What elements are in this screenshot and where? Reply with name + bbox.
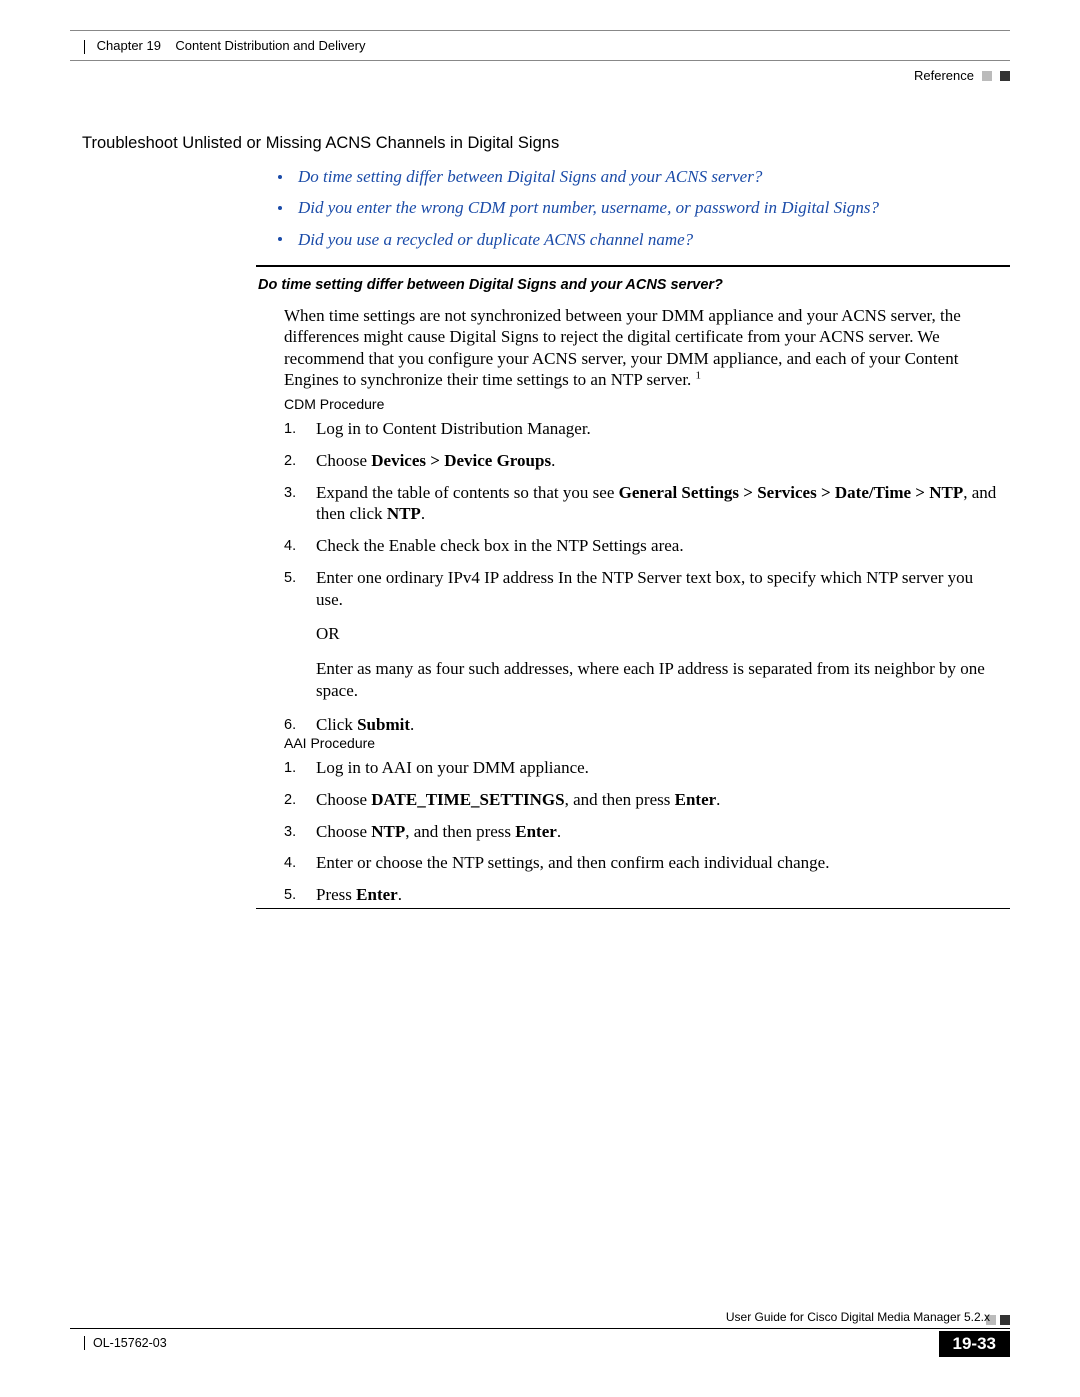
procedure-label: AAI Procedure bbox=[284, 735, 1000, 751]
xref-link[interactable]: Did you use a recycled or duplicate ACNS… bbox=[298, 230, 693, 249]
xref-link-list: Do time setting differ between Digital S… bbox=[278, 161, 1000, 255]
subsection-heading: Do time setting differ between Digital S… bbox=[258, 277, 723, 293]
section-end-rule bbox=[256, 908, 1010, 909]
chapter-label: Chapter 19 bbox=[97, 38, 161, 53]
step-text: Log in to Content Distribution Manager. bbox=[316, 418, 1000, 440]
decor-square-icon bbox=[1000, 71, 1010, 81]
step-text: Log in to AAI on your DMM appliance. bbox=[316, 757, 1000, 779]
footer-rule bbox=[70, 1328, 1010, 1329]
section-label: Reference bbox=[914, 68, 974, 83]
page-title: Troubleshoot Unlisted or Missing ACNS Ch… bbox=[82, 134, 559, 153]
subheader-rule bbox=[70, 60, 1010, 61]
step-text: Choose Devices > Device Groups. bbox=[316, 450, 1000, 472]
step-text: Click Submit. bbox=[316, 714, 1000, 736]
footnote-marker: 1 bbox=[696, 369, 702, 381]
page-number: 19-33 bbox=[939, 1331, 1010, 1357]
book-title: User Guide for Cisco Digital Media Manag… bbox=[726, 1310, 990, 1324]
procedure-label: CDM Procedure bbox=[284, 396, 1000, 412]
step-text: Press Enter. bbox=[316, 884, 1000, 906]
step-text: Choose DATE_TIME_SETTINGS, and then pres… bbox=[316, 789, 1000, 811]
step-text: Enter or choose the NTP settings, and th… bbox=[316, 852, 1000, 874]
section-rule bbox=[256, 265, 1010, 267]
decor-square-icon bbox=[1000, 1315, 1010, 1325]
or-separator: OR bbox=[316, 624, 1000, 644]
step-text: Choose NTP, and then press Enter. bbox=[316, 821, 1000, 843]
xref-link[interactable]: Did you enter the wrong CDM port number,… bbox=[298, 198, 879, 217]
step-text: Check the Enable check box in the NTP Se… bbox=[316, 535, 1000, 557]
step-text: Enter one ordinary IPv4 IP address In th… bbox=[316, 567, 1000, 611]
body-paragraph: When time settings are not synchronized … bbox=[284, 305, 1000, 390]
decor-square-icon bbox=[982, 71, 992, 81]
aai-procedure: AAI Procedure 1.Log in to AAI on your DM… bbox=[284, 735, 1000, 916]
doc-id: OL-15762-03 bbox=[84, 1336, 167, 1350]
step-text: Enter as many as four such addresses, wh… bbox=[316, 658, 1000, 702]
section-header: Reference bbox=[914, 68, 1010, 83]
chapter-title: Content Distribution and Delivery bbox=[175, 38, 365, 53]
cdm-procedure: CDM Procedure 1.Log in to Content Distri… bbox=[284, 396, 1000, 746]
header-rule bbox=[70, 30, 1010, 31]
step-text: Expand the table of contents so that you… bbox=[316, 482, 1000, 526]
running-header: Chapter 19 Content Distribution and Deli… bbox=[84, 38, 1010, 54]
xref-link[interactable]: Do time setting differ between Digital S… bbox=[298, 167, 762, 186]
